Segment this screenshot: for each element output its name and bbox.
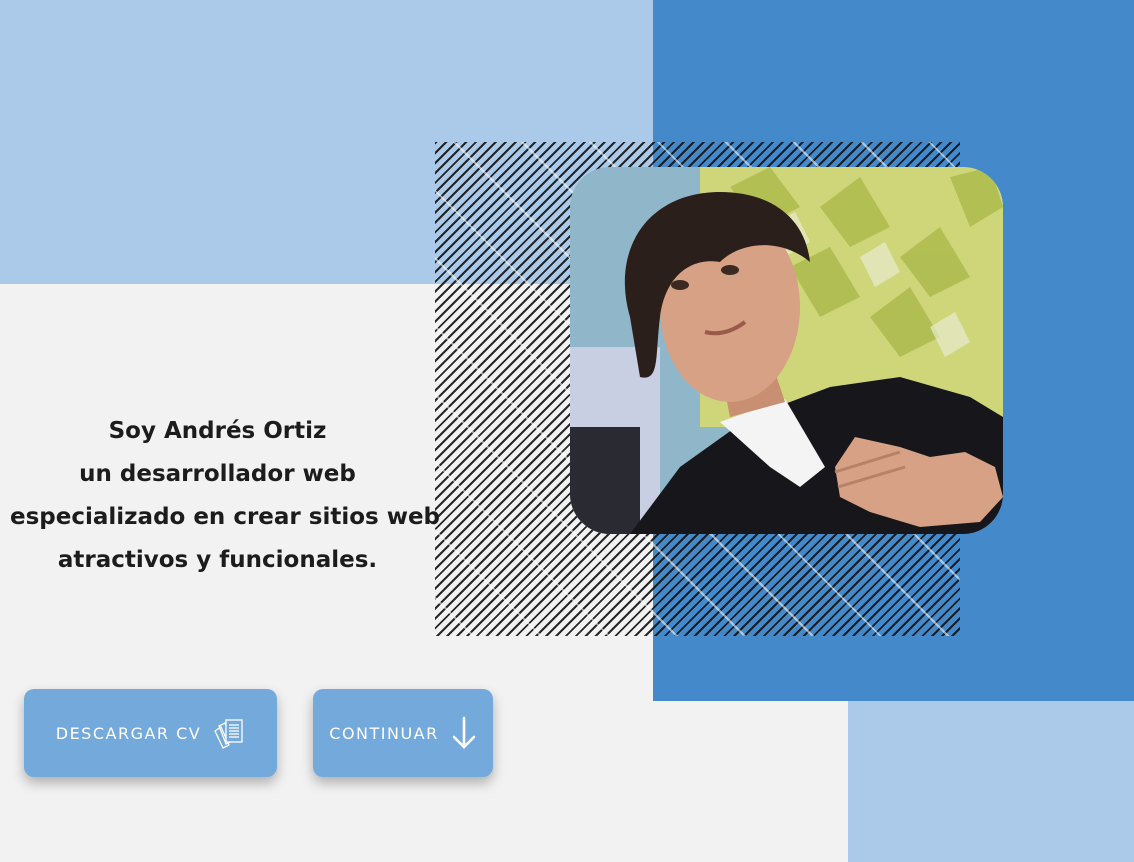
documents-icon bbox=[213, 717, 245, 749]
continue-button[interactable]: CONTINUAR bbox=[313, 689, 493, 777]
intro-line: especializado en crear sitios web bbox=[10, 504, 441, 530]
download-cv-label: DESCARGAR CV bbox=[55, 723, 202, 743]
intro-line: Soy Andrés Ortiz bbox=[108, 418, 327, 444]
bottom-light-blue-block bbox=[848, 701, 1134, 862]
continue-label: CONTINUAR bbox=[329, 723, 439, 743]
profile-photo bbox=[570, 167, 1003, 534]
intro-text: Soy Andrés Ortiz un desarrollador web es… bbox=[10, 410, 441, 582]
intro-line: un desarrollador web bbox=[79, 461, 356, 487]
download-cv-button[interactable]: DESCARGAR CV bbox=[24, 689, 277, 777]
intro-line: atractivos y funcionales. bbox=[57, 547, 378, 573]
arrow-down-icon bbox=[451, 716, 477, 750]
